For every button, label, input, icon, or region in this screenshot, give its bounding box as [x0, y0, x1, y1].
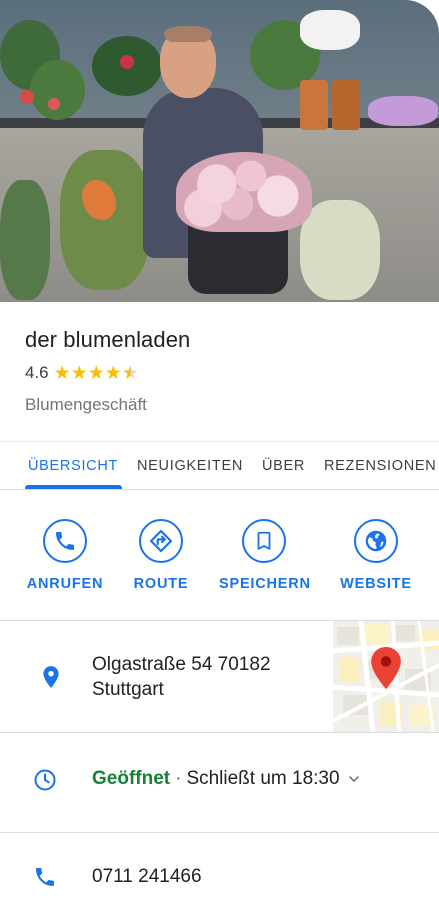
- directions-icon: [149, 529, 173, 553]
- address[interactable]: Olgastraße 54 70182 Stuttgart: [92, 652, 322, 702]
- star-icon: ★: [87, 362, 105, 384]
- chevron-down-icon[interactable]: [348, 773, 360, 785]
- route-button-circle: [139, 519, 183, 563]
- photo-flower: [120, 55, 134, 69]
- rating-row[interactable]: 4.6 ★ ★ ★ ★ ★: [25, 362, 139, 384]
- save-button-circle: [242, 519, 286, 563]
- place-details-panel: der blumenladen 4.6 ★ ★ ★ ★ ★ Blumengesc…: [0, 0, 439, 919]
- phone-number[interactable]: 0711 241466: [92, 866, 202, 888]
- star-icon: ★: [53, 362, 71, 384]
- call-button-circle: [43, 519, 87, 563]
- save-button[interactable]: SPEICHERN: [219, 519, 311, 592]
- map-thumbnail[interactable]: [333, 621, 439, 732]
- location-pin-icon: [43, 666, 59, 688]
- business-category: Blumengeschäft: [25, 395, 147, 414]
- website-button-circle: [354, 519, 398, 563]
- photo-flower: [48, 98, 60, 110]
- tab-overview[interactable]: ÜBERSICHT: [28, 458, 118, 474]
- clock-icon: [34, 769, 56, 791]
- half-star-icon: ★: [121, 362, 139, 384]
- tab-bar: ÜBERSICHT NEUIGKEITEN ÜBER REZENSIONEN: [0, 442, 439, 489]
- photo-bouquet-left: [60, 150, 150, 290]
- star-icon: ★: [70, 362, 88, 384]
- tab-reviews[interactable]: REZENSIONEN: [324, 458, 436, 474]
- photo-callas: [300, 200, 380, 300]
- rating-value: 4.6: [25, 363, 49, 382]
- route-button-label: ROUTE: [133, 576, 189, 592]
- business-photo[interactable]: [0, 0, 439, 302]
- open-status: Geöffnet: [92, 768, 171, 789]
- website-button-label: WEBSITE: [340, 576, 412, 592]
- star-rating: ★ ★ ★ ★ ★: [54, 364, 139, 383]
- photo-plant: [30, 60, 85, 120]
- photo-flower: [20, 90, 34, 104]
- business-name: der blumenladen: [25, 327, 191, 352]
- route-button[interactable]: ROUTE: [116, 519, 206, 592]
- map-pin-icon: [371, 647, 401, 689]
- divider: [0, 832, 439, 833]
- divider: [0, 732, 439, 733]
- tab-about[interactable]: ÜBER: [262, 458, 305, 474]
- address-line-city: Stuttgart: [92, 679, 164, 700]
- star-icon: ★: [104, 362, 122, 384]
- divider: [0, 489, 439, 490]
- call-button[interactable]: ANRUFEN: [20, 519, 110, 592]
- opening-hours[interactable]: Geöffnet · Schließt um 18:30: [92, 768, 360, 790]
- photo-flowers-purple: [368, 96, 438, 126]
- photo-pot: [332, 80, 360, 130]
- photo-plant: [0, 180, 50, 300]
- address-line-street: Olgastraße 54 70182: [92, 654, 271, 675]
- phone-icon: [36, 868, 54, 886]
- tab-news[interactable]: NEUIGKEITEN: [137, 458, 243, 474]
- photo-orchid: [300, 10, 360, 50]
- call-button-label: ANRUFEN: [26, 576, 104, 592]
- phone-icon: [56, 532, 74, 550]
- hours-separator: ·: [175, 768, 182, 789]
- website-button[interactable]: WEBSITE: [331, 519, 421, 592]
- save-button-label: SPEICHERN: [219, 576, 311, 592]
- bookmark-icon: [257, 531, 271, 550]
- closing-time: Schließt um 18:30: [186, 768, 340, 789]
- photo-pot: [300, 80, 328, 130]
- photo-pink-bouquet: [176, 152, 312, 232]
- globe-icon: [365, 530, 387, 552]
- photo-person-hair: [164, 26, 212, 42]
